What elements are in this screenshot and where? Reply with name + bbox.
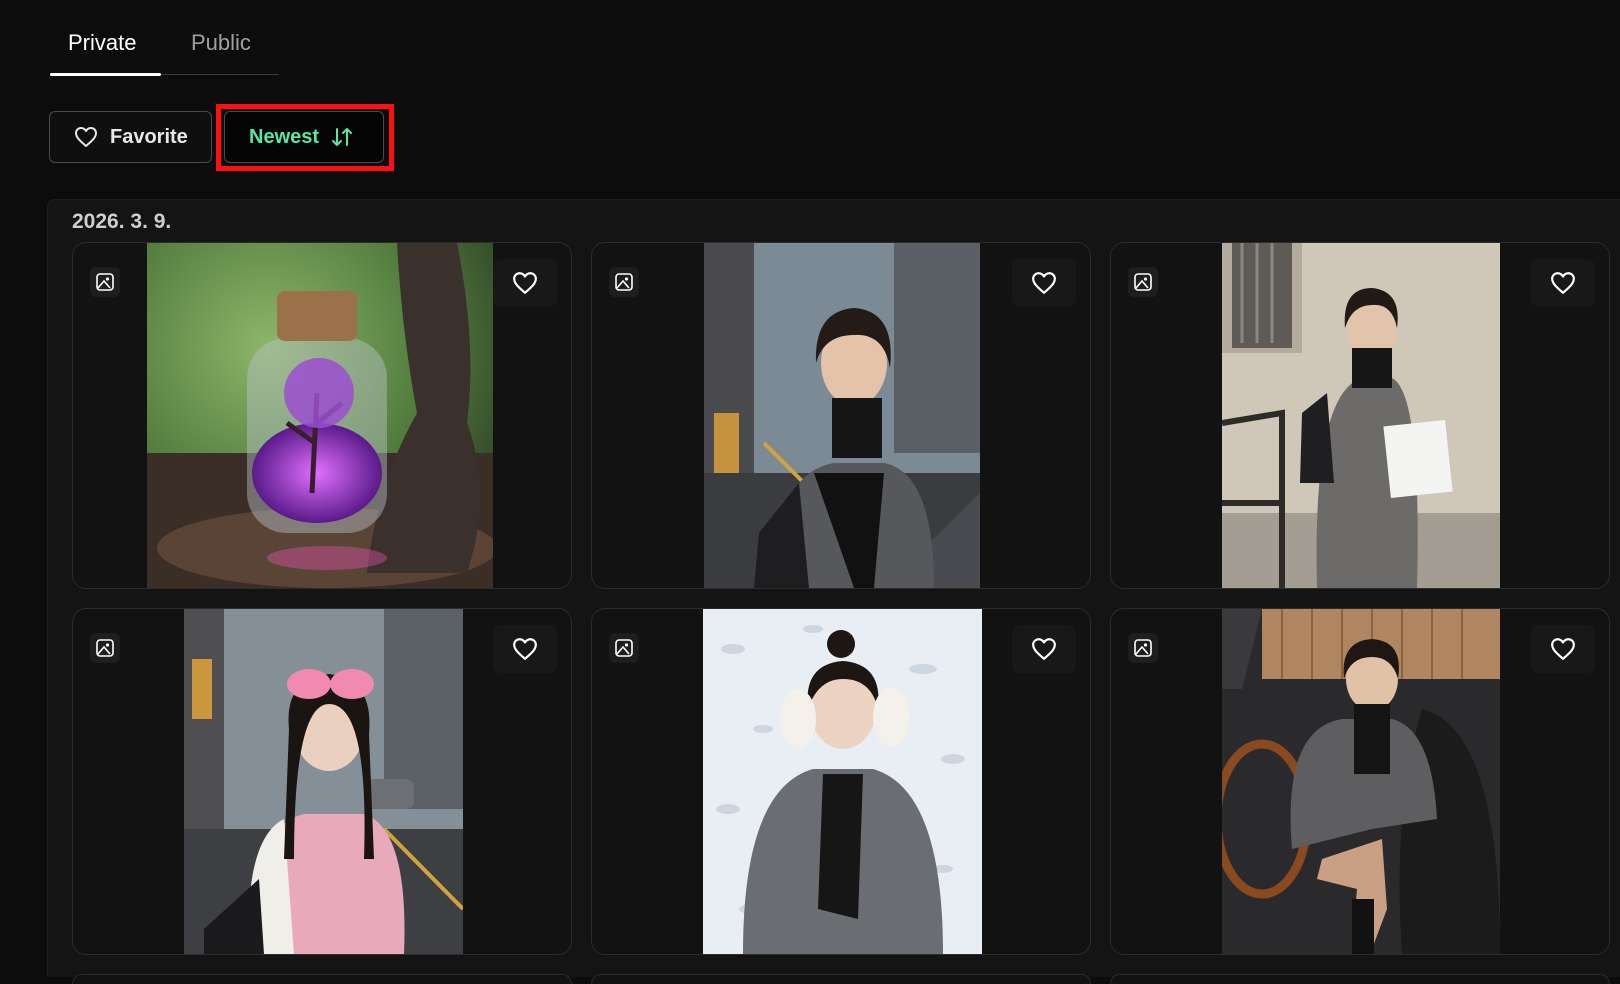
gallery-card[interactable] [1110,242,1610,589]
gallery-card-partial[interactable] [591,974,1091,984]
heart-icon [1032,638,1056,660]
heart-icon [75,127,97,147]
heart-icon [513,638,537,660]
image-type-icon [1128,633,1158,663]
sort-arrows-icon [332,128,353,146]
gallery-image[interactable] [147,243,493,588]
gallery-image[interactable] [1222,609,1500,954]
heart-icon [1551,638,1575,660]
gallery-image[interactable] [703,609,982,954]
gallery-card[interactable] [72,242,572,589]
image-gallery: 2026. 3. 9. [47,199,1620,984]
image-type-icon [90,633,120,663]
gallery-date-header: 2026. 3. 9. [72,210,172,233]
favorite-toggle-button[interactable] [493,259,557,307]
gallery-card[interactable] [72,608,572,955]
heart-icon [1551,272,1575,294]
favorite-toggle-button[interactable] [1531,259,1595,307]
active-tab-indicator [50,73,161,76]
favorite-toggle-button[interactable] [493,625,557,673]
favorite-label: Favorite [110,125,188,148]
gallery-image[interactable] [184,609,463,954]
image-type-icon [609,633,639,663]
sort-label: Newest [249,125,320,148]
image-type-icon [1128,267,1158,297]
gallery-card[interactable] [591,242,1091,589]
gallery-card[interactable] [591,608,1091,955]
gallery-card-partial[interactable] [1110,974,1610,984]
heart-icon [513,272,537,294]
tab-private[interactable]: Private [68,30,136,56]
gallery-card-partial[interactable] [72,974,572,984]
favorite-toggle-button[interactable] [1012,625,1076,673]
favorite-toggle-button[interactable] [1012,259,1076,307]
image-type-icon [90,267,120,297]
sort-newest-button[interactable]: Newest [224,111,384,163]
heart-icon [1032,272,1056,294]
image-type-icon [609,267,639,297]
gallery-image[interactable] [704,243,980,588]
tab-public[interactable]: Public [191,30,251,56]
gallery-card[interactable] [1110,608,1610,955]
favorite-toggle-button[interactable] [1531,625,1595,673]
gallery-image[interactable] [1222,243,1500,588]
visibility-tabs: Private Public [50,0,279,76]
favorite-filter-button[interactable]: Favorite [49,111,212,163]
